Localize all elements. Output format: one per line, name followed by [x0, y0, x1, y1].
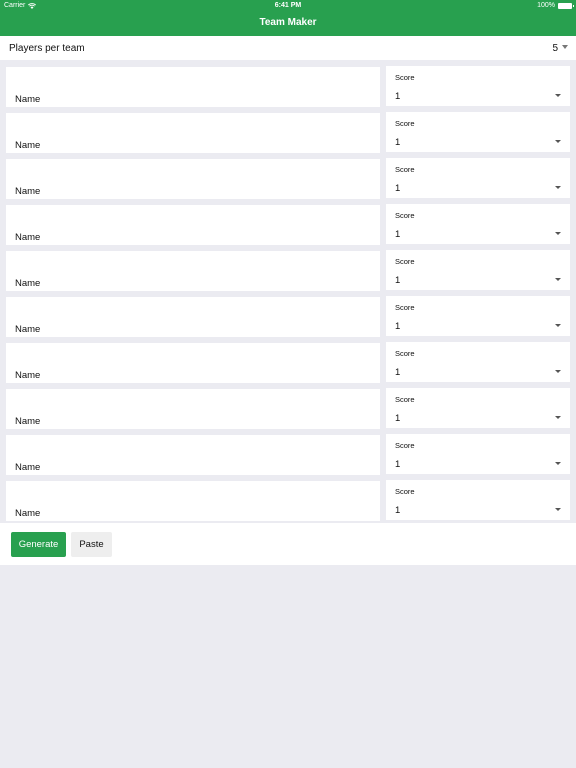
player-name-input[interactable] [6, 159, 380, 199]
status-time: 6:41 PM [274, 2, 302, 9]
score-select[interactable]: Score 1 [386, 112, 570, 152]
player-row: Score 1 [0, 336, 576, 383]
chevron-down-icon [555, 140, 561, 143]
score-label: Score [395, 487, 415, 496]
chevron-down-icon [555, 186, 561, 189]
chevron-down-icon [555, 370, 561, 373]
player-row: Score 1 [0, 198, 576, 245]
page-title: Team Maker [259, 17, 317, 28]
score-select[interactable]: Score 1 [386, 434, 570, 474]
score-label: Score [395, 441, 415, 450]
navigation-bar: Carrier 6:41 PM 100% Team Maker [0, 0, 576, 36]
score-value: 1 [395, 321, 401, 332]
battery-percent: 100% [537, 2, 555, 9]
player-name-input[interactable] [6, 481, 380, 521]
chevron-down-icon [555, 416, 561, 419]
status-battery: 100% [537, 2, 574, 9]
player-row: Score 1 [0, 382, 576, 429]
chevron-down-icon [555, 324, 561, 327]
score-select[interactable]: Score 1 [386, 388, 570, 428]
score-value: 1 [395, 367, 401, 378]
player-name-input[interactable] [6, 435, 380, 475]
player-row: Score 1 [0, 428, 576, 475]
player-name-input[interactable] [6, 251, 380, 291]
player-row: Score 1 [0, 60, 576, 107]
player-row: Score 1 [0, 152, 576, 199]
score-label: Score [395, 165, 415, 174]
score-select[interactable]: Score 1 [386, 158, 570, 198]
score-select[interactable]: Score 1 [386, 480, 570, 520]
player-row: Score 1 [0, 474, 576, 521]
chevron-down-icon [555, 94, 561, 97]
chevron-down-icon [555, 462, 561, 465]
score-value: 1 [395, 183, 401, 194]
score-value: 1 [395, 413, 401, 424]
players-per-team-value[interactable]: 5 [552, 43, 558, 54]
score-select[interactable]: Score 1 [386, 250, 570, 290]
score-value: 1 [395, 505, 401, 516]
player-row: Score 1 [0, 244, 576, 291]
score-select[interactable]: Score 1 [386, 296, 570, 336]
score-label: Score [395, 211, 415, 220]
action-bar: Generate Paste [0, 523, 576, 565]
player-name-input[interactable] [6, 297, 380, 337]
score-select[interactable]: Score 1 [386, 204, 570, 244]
chevron-down-icon [555, 278, 561, 281]
battery-icon [558, 2, 574, 9]
player-row: Score 1 [0, 106, 576, 153]
chevron-down-icon [562, 45, 568, 49]
score-value: 1 [395, 91, 401, 102]
score-select[interactable]: Score 1 [386, 66, 570, 106]
player-name-input[interactable] [6, 205, 380, 245]
score-label: Score [395, 303, 415, 312]
player-name-input[interactable] [6, 67, 380, 107]
player-name-input[interactable] [6, 343, 380, 383]
player-name-input[interactable] [6, 113, 380, 153]
player-row: Score 1 [0, 290, 576, 337]
paste-button[interactable]: Paste [71, 532, 112, 557]
chevron-down-icon [555, 232, 561, 235]
generate-button[interactable]: Generate [11, 532, 66, 557]
score-select[interactable]: Score 1 [386, 342, 570, 382]
score-label: Score [395, 73, 415, 82]
players-per-team-label: Players per team [9, 43, 85, 54]
score-label: Score [395, 119, 415, 128]
players-per-team-picker[interactable]: Players per team 5 [0, 36, 576, 60]
score-label: Score [395, 257, 415, 266]
player-name-input[interactable] [6, 389, 380, 429]
score-value: 1 [395, 137, 401, 148]
chevron-down-icon [555, 508, 561, 511]
score-value: 1 [395, 275, 401, 286]
score-label: Score [395, 395, 415, 404]
score-value: 1 [395, 229, 401, 240]
score-label: Score [395, 349, 415, 358]
score-value: 1 [395, 459, 401, 470]
